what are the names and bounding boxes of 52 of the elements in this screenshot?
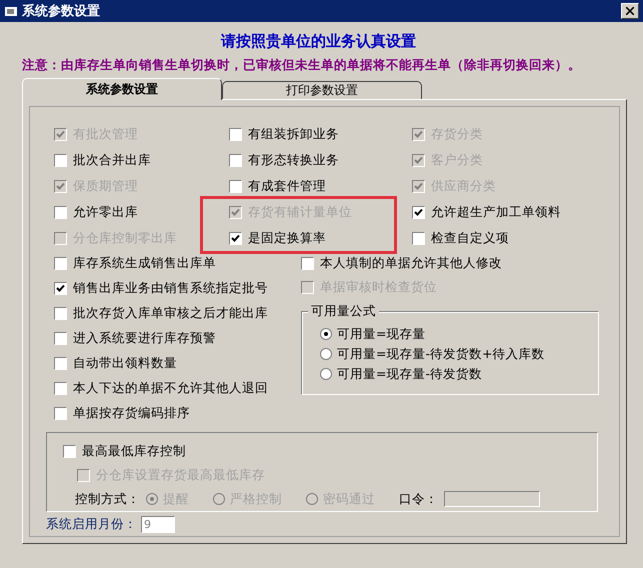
tab[interactable]: 打印参数设置 [222, 81, 422, 99]
checkbox-label: 批次合并出库 [73, 152, 151, 168]
method-label: 控制方式： [75, 490, 140, 508]
radio-label: 可用量=现存量 [337, 326, 426, 342]
checkbox[interactable] [229, 154, 242, 166]
checkbox[interactable] [412, 232, 425, 244]
checkbox-label: 允许超生产加工单领料 [431, 204, 561, 220]
checkbox-label: 检查自定义项 [431, 230, 509, 246]
checkbox-label: 单据按存货编码排序 [73, 405, 190, 422]
checkbox-label: 库存系统生成销售出库单 [73, 255, 216, 272]
month-label: 系统启用月份： [46, 516, 137, 533]
checkbox-label: 自动带出领料数量 [73, 355, 177, 372]
checkbox-label: 本人下达的单据不允许其他人退回 [73, 380, 268, 397]
group-title: 可用量公式 [308, 303, 379, 320]
month-field[interactable]: 9 [141, 516, 175, 533]
heading: 请按照贵单位的业务认真设置 [220, 32, 417, 51]
radio-button[interactable] [320, 328, 332, 340]
checkbox-label: 允许零出库 [73, 204, 138, 220]
checkbox[interactable] [54, 206, 67, 218]
window-title: 系统参数设置 [22, 2, 101, 20]
checkbox-label: 有成套件管理 [248, 178, 326, 194]
password-label: 口令： [399, 490, 438, 508]
checkbox[interactable] [54, 307, 67, 320]
checkbox-label: 有形态转换业务 [248, 152, 339, 168]
checkbox-label: 最高最低库存控制 [82, 442, 186, 460]
checkbox[interactable] [63, 444, 76, 458]
checkbox[interactable] [54, 357, 67, 370]
checkbox-label: 是固定换算率 [248, 230, 326, 246]
checkbox[interactable] [412, 206, 425, 218]
checkbox[interactable] [229, 128, 242, 140]
checkbox[interactable] [54, 382, 67, 395]
radio-button[interactable] [320, 348, 332, 360]
folder-icon [4, 4, 18, 18]
checkbox[interactable] [54, 407, 67, 420]
checkbox[interactable] [54, 257, 67, 270]
checkbox-label: 进入系统要进行库存预警 [73, 330, 216, 347]
tab[interactable]: 系统参数设置 [22, 78, 222, 100]
checkbox-label: 批次存货入库单审核之后才能出库 [73, 305, 268, 322]
close-icon [626, 7, 634, 15]
radio-label: 可用量=现存量-待发货数 [337, 366, 482, 382]
checkbox[interactable] [54, 154, 67, 166]
checkbox[interactable] [301, 256, 314, 270]
checkbox-label: 销售出库业务由销售系统指定批号 [73, 280, 268, 297]
radio-button[interactable] [320, 368, 332, 380]
close-button[interactable] [621, 3, 639, 19]
checkbox[interactable] [229, 180, 242, 192]
notice-text: 注意：由库存生单向销售生单切换时，已审核但未生单的单据将不能再生单（除非再切换回来）。 [22, 57, 582, 74]
checkbox[interactable] [54, 332, 67, 345]
radio-label: 可用量=现存量-待发货数+待入库数 [337, 346, 544, 362]
checkbox-label: 有组装拆卸业务 [248, 126, 339, 142]
checkbox-label: 本人填制的单据允许其他人修改 [320, 254, 502, 272]
checkbox[interactable] [54, 282, 67, 295]
